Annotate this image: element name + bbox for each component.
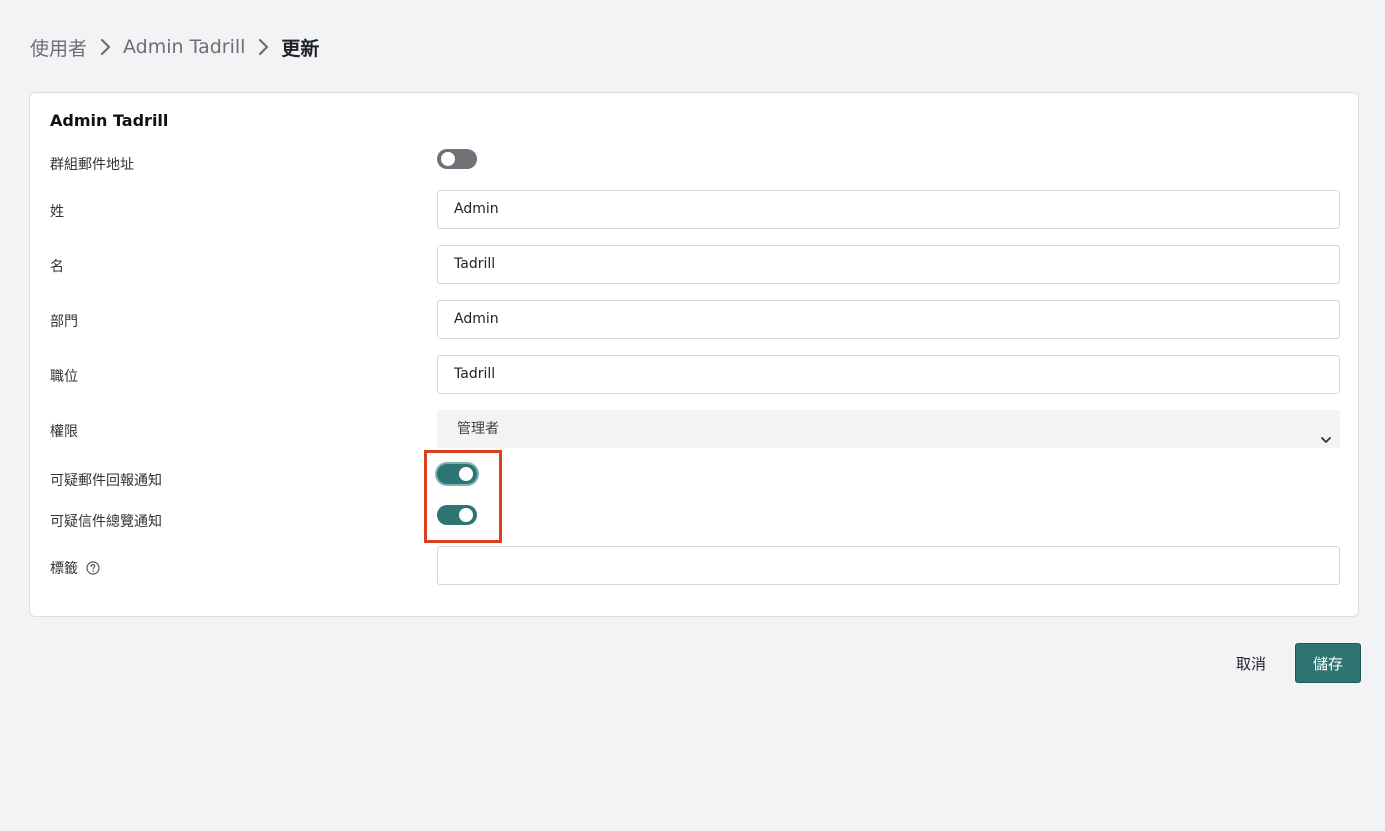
chevron-right-icon — [245, 32, 281, 62]
card-title: Admin Tadrill — [50, 111, 169, 130]
suspicious-mail-overview-label: 可疑信件總覽通知 — [50, 514, 162, 530]
chevron-down-icon — [1320, 423, 1332, 443]
first-name-input[interactable]: Tadrill — [437, 245, 1340, 284]
position-label: 職位 — [50, 369, 78, 385]
question-circle-icon[interactable] — [86, 561, 100, 575]
tags-input[interactable] — [437, 546, 1340, 585]
breadcrumb-user-name[interactable]: Admin Tadrill — [123, 36, 245, 58]
toggle-knob — [441, 152, 455, 166]
toggle-knob — [459, 467, 473, 481]
chevron-right-icon — [87, 32, 123, 62]
suspicious-mail-report-toggle[interactable] — [437, 464, 477, 484]
breadcrumb: 使用者 Admin Tadrill 更新 — [30, 32, 319, 62]
department-label: 部門 — [50, 314, 78, 330]
group-mail-label: 群組郵件地址 — [50, 157, 134, 173]
department-input[interactable]: Admin — [437, 300, 1340, 339]
tags-label-text: 標籤 — [50, 561, 78, 577]
permission-select[interactable]: 管理者 — [437, 410, 1340, 448]
save-button[interactable]: 儲存 — [1295, 643, 1361, 683]
last-name-label: 姓 — [50, 204, 64, 220]
breadcrumb-current: 更新 — [281, 37, 320, 60]
last-name-input[interactable]: Admin — [437, 190, 1340, 229]
suspicious-mail-overview-toggle[interactable] — [437, 505, 477, 525]
group-mail-toggle[interactable] — [437, 149, 477, 169]
cancel-button[interactable]: 取消 — [1226, 648, 1276, 680]
user-edit-card: Admin Tadrill 群組郵件地址 姓 Admin 名 Tadrill 部… — [29, 92, 1359, 617]
toggle-knob — [459, 508, 473, 522]
breadcrumb-users[interactable]: 使用者 — [30, 34, 87, 61]
permission-selected-value: 管理者 — [457, 421, 499, 437]
first-name-label: 名 — [50, 259, 64, 275]
position-input[interactable]: Tadrill — [437, 355, 1340, 394]
tags-label: 標籤 — [50, 558, 100, 578]
suspicious-mail-report-label: 可疑郵件回報通知 — [50, 473, 162, 489]
permission-label: 權限 — [50, 424, 78, 440]
